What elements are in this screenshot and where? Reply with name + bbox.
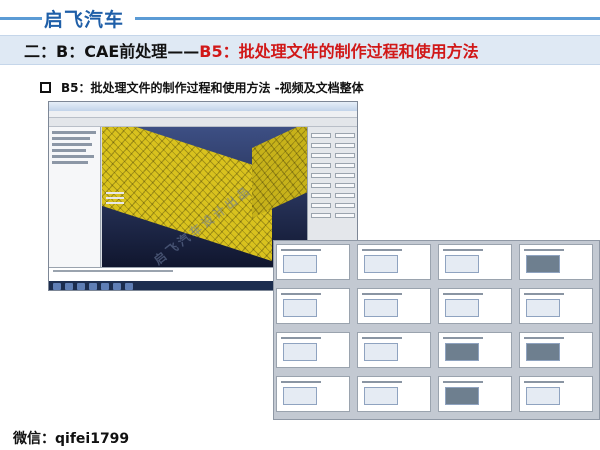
- panel-button: [311, 163, 331, 168]
- tree-row: [52, 131, 96, 134]
- slide-thumbnail: [438, 288, 512, 324]
- slide-thumbnail: [276, 288, 350, 324]
- slide-thumbnail: [276, 332, 350, 368]
- document-thumbnail-grid: [273, 240, 600, 420]
- tree-row: [52, 143, 92, 146]
- slide-thumbnail: [357, 376, 431, 412]
- taskbar-icon: [53, 283, 61, 290]
- panel-button: [335, 183, 355, 188]
- taskbar-icon: [89, 283, 97, 290]
- slide-thumbnail: [357, 288, 431, 324]
- slide-thumbnail: [519, 288, 593, 324]
- bullet-row: B5：批处理文件的制作过程和使用方法 -视频及文档整体: [40, 79, 364, 96]
- panel-button: [311, 213, 331, 218]
- panel-button: [335, 163, 355, 168]
- panel-button: [335, 173, 355, 178]
- panel-button: [311, 193, 331, 198]
- panel-button: [335, 193, 355, 198]
- slide-thumbnail: [438, 244, 512, 280]
- slide-thumbnail: [438, 376, 512, 412]
- brand-bar: 启飞汽车: [0, 0, 600, 34]
- slide-thumbnail: [519, 332, 593, 368]
- app-menubar: [49, 111, 357, 118]
- tree-row: [52, 161, 88, 164]
- panel-button: [335, 133, 355, 138]
- panel-button: [311, 143, 331, 148]
- section-title: 二：B：CAE前处理——B5：批处理文件的制作过程和使用方法: [24, 38, 479, 62]
- section-prefix: 二：B：CAE前处理——: [24, 42, 200, 61]
- tree-row: [52, 149, 86, 152]
- mesh-surface: [252, 127, 307, 218]
- brand-rule-right: [135, 17, 600, 20]
- app-message-log: [49, 267, 307, 281]
- viewport-readout: [106, 192, 128, 214]
- tree-row: [52, 137, 90, 140]
- taskbar-icon: [125, 283, 133, 290]
- panel-button: [335, 203, 355, 208]
- slide-thumbnail: [357, 244, 431, 280]
- slide-thumbnail: [519, 244, 593, 280]
- slide-thumbnail: [357, 332, 431, 368]
- slide-thumbnail: [438, 332, 512, 368]
- panel-button: [335, 143, 355, 148]
- square-outline-icon: [40, 82, 51, 93]
- panel-button: [335, 213, 355, 218]
- panel-button: [335, 153, 355, 158]
- bullet-text: B5：批处理文件的制作过程和使用方法 -视频及文档整体: [61, 81, 364, 95]
- slide-thumbnail: [276, 376, 350, 412]
- app-model-tree: [49, 127, 101, 267]
- taskbar-icon: [77, 283, 85, 290]
- taskbar-icon: [101, 283, 109, 290]
- panel-button: [311, 153, 331, 158]
- taskbar-icon: [113, 283, 121, 290]
- panel-button: [311, 133, 331, 138]
- taskbar-icon: [65, 283, 73, 290]
- slide-thumbnail: [276, 244, 350, 280]
- app-titlebar: [49, 102, 357, 111]
- brand-title: 启飞汽车: [44, 9, 125, 31]
- panel-button: [311, 203, 331, 208]
- slide-thumbnail: [519, 376, 593, 412]
- section-highlight: B5：批处理文件的制作过程和使用方法: [199, 42, 479, 61]
- panel-button: [311, 173, 331, 178]
- app-toolbar: [49, 118, 357, 127]
- tree-row: [52, 155, 94, 158]
- brand-rule-left: [0, 17, 42, 20]
- wechat-contact: 微信：qifei1799: [13, 431, 130, 447]
- panel-button: [311, 183, 331, 188]
